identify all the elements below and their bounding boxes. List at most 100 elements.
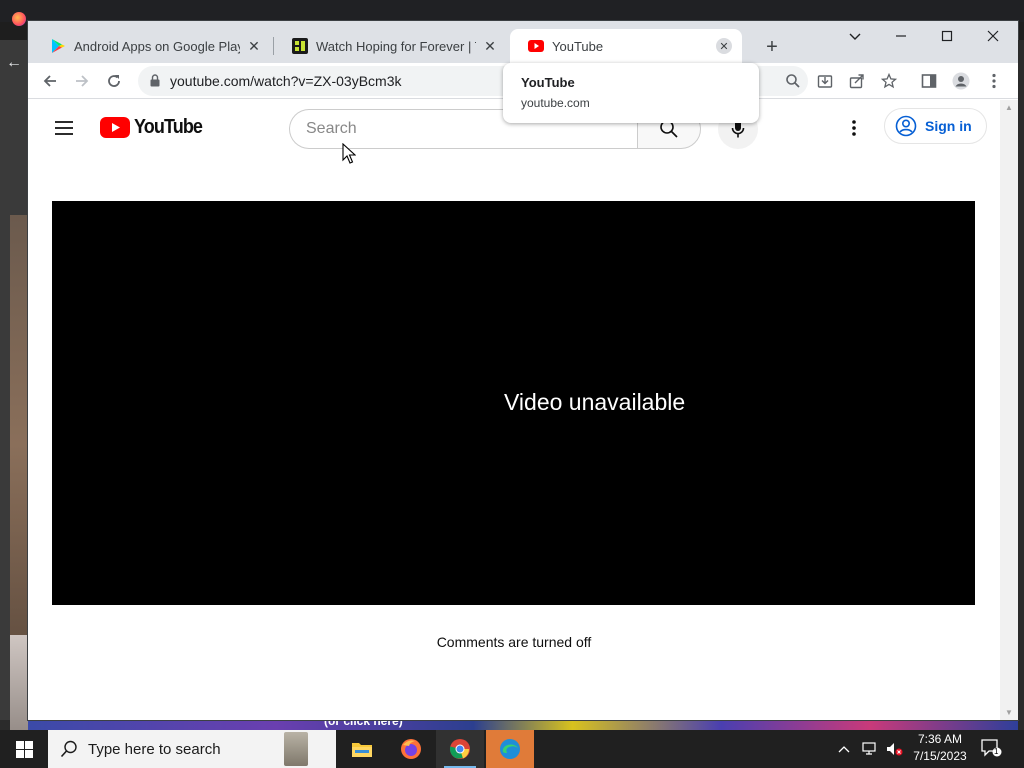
search-highlight-image bbox=[284, 732, 308, 766]
share-icon bbox=[849, 74, 864, 89]
side-panel-icon bbox=[921, 74, 937, 88]
taskbar-edge[interactable] bbox=[486, 730, 534, 768]
background-tabbar bbox=[0, 0, 1024, 22]
chevron-down-icon bbox=[849, 33, 861, 40]
profile-icon bbox=[952, 72, 970, 90]
reload-icon bbox=[108, 75, 120, 87]
youtube-logo-text: YouTube bbox=[134, 116, 203, 138]
mouse-cursor-icon bbox=[342, 143, 356, 164]
sign-in-label: Sign in bbox=[925, 118, 972, 134]
profile-button[interactable] bbox=[949, 69, 973, 93]
taskbar-chrome[interactable] bbox=[436, 730, 484, 768]
close-icon bbox=[987, 30, 999, 42]
tab-close-icon[interactable]: ✕ bbox=[482, 38, 498, 54]
reload-button[interactable] bbox=[100, 67, 128, 95]
background-window-right-edge bbox=[1018, 40, 1024, 720]
network-icon bbox=[862, 742, 876, 755]
tab-strip: Android Apps on Google Play ✕ Watch Hopi… bbox=[28, 21, 1018, 63]
back-arrow-icon bbox=[43, 75, 56, 87]
chrome-menu-button[interactable] bbox=[982, 69, 1006, 93]
taskbar-search-placeholder: Type here to search bbox=[88, 740, 221, 758]
maximize-button[interactable] bbox=[924, 21, 970, 51]
notification-center-button[interactable]: 1 bbox=[980, 738, 1004, 760]
background-window-left-edge: ← bbox=[0, 40, 28, 745]
hover-card-domain: youtube.com bbox=[521, 96, 590, 110]
star-icon bbox=[881, 73, 897, 89]
hamburger-menu-icon bbox=[55, 121, 73, 135]
youtube-logo[interactable]: YouTube bbox=[100, 116, 210, 139]
youtube-logo-icon bbox=[100, 117, 130, 138]
windows-taskbar: Type here to search 7:36 AM 7/15/2023 1 bbox=[0, 730, 1024, 768]
tab-close-icon[interactable]: ✕ bbox=[246, 38, 262, 54]
tab-google-play[interactable]: Android Apps on Google Play ✕ bbox=[32, 29, 272, 63]
scroll-up-arrow-icon[interactable]: ▲ bbox=[1005, 103, 1013, 112]
guide-menu-button[interactable] bbox=[52, 116, 76, 140]
background-back-arrow-icon: ← bbox=[6, 54, 22, 71]
page-scrollbar[interactable]: ▲ ▼ bbox=[1000, 100, 1018, 720]
chrome-window: Android Apps on Google Play ✕ Watch Hopi… bbox=[28, 21, 1018, 720]
account-circle-icon bbox=[895, 115, 917, 137]
scroll-down-arrow-icon[interactable]: ▼ bbox=[1005, 708, 1013, 717]
kebab-menu-icon bbox=[852, 120, 856, 136]
clock-date: 7/15/2023 bbox=[913, 749, 967, 763]
show-hidden-icons-button[interactable] bbox=[838, 730, 850, 768]
notification-icon bbox=[981, 739, 1002, 757]
search-icon bbox=[60, 740, 77, 758]
video-unavailable-message: Video unavailable bbox=[504, 389, 686, 415]
tab-title: Android Apps on Google Play bbox=[74, 38, 240, 54]
edge-icon bbox=[500, 739, 520, 759]
firefox-icon bbox=[401, 739, 421, 759]
volume-button[interactable] bbox=[886, 730, 904, 768]
background-image bbox=[10, 635, 28, 745]
background-image bbox=[10, 215, 28, 675]
kebab-menu-icon bbox=[992, 73, 996, 89]
install-app-button[interactable] bbox=[813, 69, 837, 93]
clock-time: 7:36 AM bbox=[917, 732, 963, 746]
minimize-button[interactable] bbox=[878, 21, 924, 51]
taskbar-clock[interactable]: 7:36 AM 7/15/2023 bbox=[912, 731, 968, 765]
side-panel-button[interactable] bbox=[917, 69, 941, 93]
forward-arrow-icon bbox=[76, 75, 89, 87]
bookmark-button[interactable] bbox=[877, 69, 901, 93]
new-tab-button[interactable]: + bbox=[760, 35, 784, 59]
chevron-up-icon bbox=[838, 746, 850, 753]
zoom-search-button[interactable] bbox=[781, 69, 805, 93]
comments-status: Comments are turned off bbox=[436, 634, 592, 650]
tab-tubi[interactable]: Watch Hoping for Forever | The ✕ bbox=[274, 29, 508, 63]
taskbar-firefox[interactable] bbox=[387, 730, 435, 768]
settings-more-button[interactable] bbox=[842, 116, 866, 140]
network-button[interactable] bbox=[862, 730, 880, 768]
tab-title: Watch Hoping for Forever | The bbox=[316, 38, 476, 54]
forward-button[interactable] bbox=[68, 67, 96, 95]
tab-hover-card: YouTube youtube.com bbox=[503, 63, 759, 123]
youtube-page: YouTube Sign in Video unavailable Com bbox=[28, 100, 1000, 720]
tab-youtube[interactable]: YouTube ✕ bbox=[510, 29, 742, 63]
notification-count: 1 bbox=[994, 747, 999, 756]
start-button[interactable] bbox=[0, 730, 48, 768]
tab-close-icon[interactable]: ✕ bbox=[716, 38, 732, 54]
share-button[interactable] bbox=[845, 69, 869, 93]
taskbar-file-explorer[interactable] bbox=[338, 730, 386, 768]
back-button[interactable] bbox=[36, 67, 64, 95]
youtube-icon bbox=[528, 40, 544, 52]
video-player[interactable]: Video unavailable bbox=[52, 201, 975, 605]
magnifier-icon bbox=[786, 74, 800, 88]
minimize-icon bbox=[896, 35, 906, 37]
tab-search-button[interactable] bbox=[832, 21, 878, 51]
volume-muted-icon bbox=[887, 743, 903, 756]
close-window-button[interactable] bbox=[970, 21, 1016, 51]
chrome-icon bbox=[449, 739, 470, 759]
lock-icon[interactable] bbox=[150, 74, 160, 87]
url-text[interactable]: youtube.com/watch?v=ZX-03yBcm3k bbox=[170, 73, 402, 89]
google-play-icon bbox=[52, 39, 65, 53]
background-firefox-icon bbox=[12, 12, 26, 26]
windows-logo-icon bbox=[15, 740, 33, 758]
tubi-icon bbox=[292, 38, 308, 54]
tab-title: YouTube bbox=[552, 38, 604, 54]
install-icon bbox=[817, 75, 833, 88]
hover-card-title: YouTube bbox=[521, 75, 575, 90]
file-explorer-icon bbox=[352, 743, 372, 757]
taskbar-search-box[interactable]: Type here to search bbox=[48, 730, 336, 768]
sign-in-button[interactable]: Sign in bbox=[884, 108, 987, 144]
maximize-icon bbox=[941, 30, 953, 42]
